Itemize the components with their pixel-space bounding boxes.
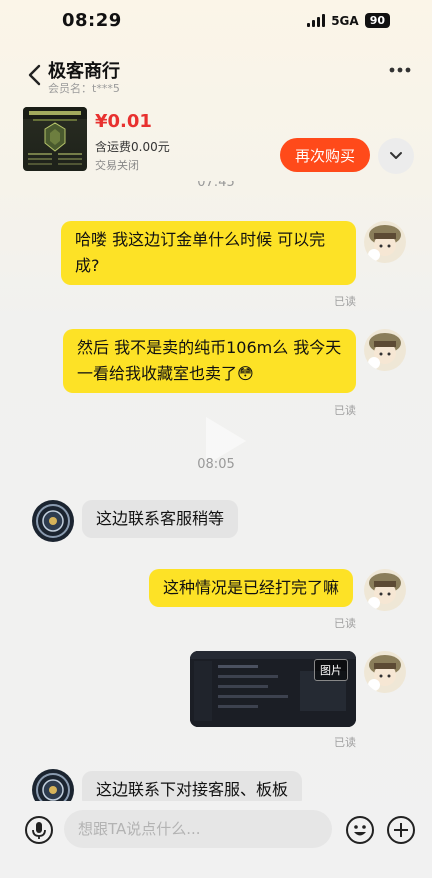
message-text: 然后 我不是卖的纯币106m么 我今天一看给我收藏室也卖了	[77, 338, 342, 383]
more-icon[interactable]	[388, 66, 412, 74]
avatar[interactable]	[364, 651, 406, 693]
status-time: 08:29	[62, 10, 122, 31]
image-message[interactable]: 图片	[190, 651, 356, 727]
status-indicators: 5GA 90	[307, 13, 390, 28]
shipping-fee: 含运费0.00元	[95, 140, 170, 154]
message-input[interactable]	[64, 810, 332, 848]
chat-header: 极客商行 会员名：t***5	[0, 52, 432, 102]
time-separator: 07:45	[197, 181, 235, 190]
message-bubble-received[interactable]: 这边联系下对接客服、板板	[82, 771, 303, 801]
product-thumbnail[interactable]	[23, 107, 87, 171]
avatar[interactable]	[32, 769, 74, 801]
avatar[interactable]	[364, 569, 406, 611]
avatar[interactable]	[364, 329, 406, 371]
message-bubble-received[interactable]: 这边联系客服稍等	[82, 500, 239, 538]
plus-icon[interactable]	[386, 815, 416, 845]
signal-icon	[307, 14, 326, 27]
avatar[interactable]	[364, 221, 406, 263]
read-receipt: 已读	[334, 617, 356, 630]
chevron-down-icon	[390, 152, 402, 159]
back-icon[interactable]	[24, 62, 46, 88]
time-separator: 08:05	[197, 457, 235, 472]
avatar[interactable]	[32, 500, 74, 542]
member-name: 会员名：t***5	[48, 82, 120, 95]
read-receipt: 已读	[334, 736, 356, 749]
emoji-icon[interactable]	[345, 815, 375, 845]
message-bubble-sent[interactable]: 这种情况是已经打完了嘛	[149, 569, 354, 607]
expand-button[interactable]	[378, 138, 414, 174]
image-label: 图片	[314, 659, 348, 681]
read-receipt: 已读	[334, 295, 356, 308]
emoji-flushed: 😳	[237, 364, 254, 383]
chat-area[interactable]: 07:45 哈喽 我这边订金单什么时候 可以完成? 已读 然后 我不是卖的纯币1…	[0, 181, 432, 801]
input-bar	[0, 801, 432, 878]
voice-icon[interactable]	[24, 815, 54, 845]
status-bar: 08:29 5GA 90	[0, 0, 432, 44]
buy-again-button[interactable]: 再次购买	[280, 138, 370, 172]
message-bubble-sent[interactable]: 哈喽 我这边订金单什么时候 可以完成?	[61, 221, 356, 285]
product-price: ¥0.01	[95, 111, 152, 132]
read-receipt: 已读	[334, 404, 356, 417]
trade-status: 交易关闭	[95, 159, 139, 172]
battery-level: 90	[364, 13, 390, 28]
network-type: 5GA	[331, 13, 359, 28]
message-bubble-sent[interactable]: 然后 我不是卖的纯币106m么 我今天一看给我收藏室也卖了😳	[63, 329, 356, 393]
product-card[interactable]: ¥0.01 含运费0.00元 交易关闭 再次购买	[0, 103, 432, 181]
